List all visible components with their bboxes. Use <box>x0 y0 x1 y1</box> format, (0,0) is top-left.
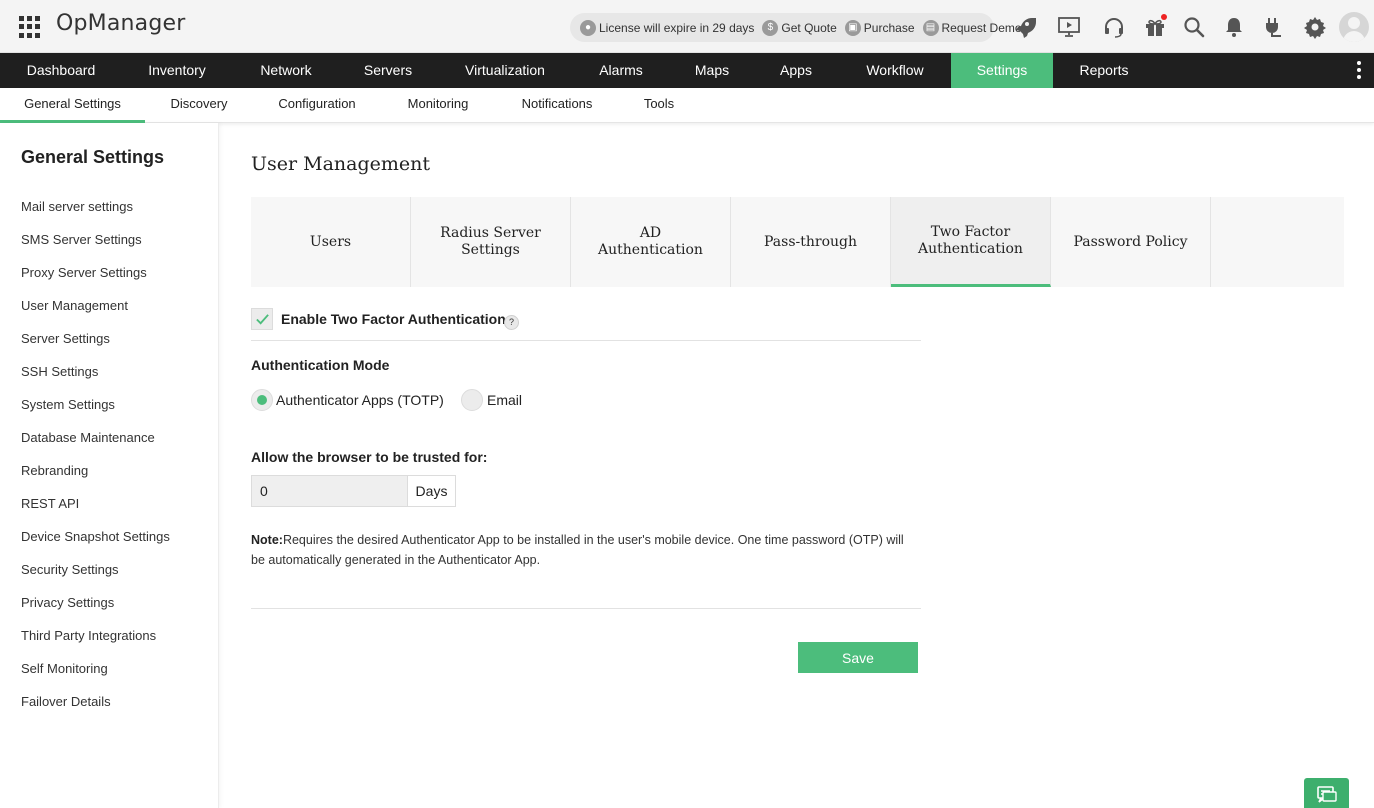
nav-apps[interactable]: Apps <box>766 53 826 88</box>
sidebar-item-privacy-settings[interactable]: Privacy Settings <box>21 595 114 610</box>
tab-password-policy[interactable]: Password Policy <box>1051 197 1211 287</box>
page-title: User Management <box>251 153 431 175</box>
sub-nav: General Settings Discovery Configuration… <box>0 88 1374 123</box>
radio-authenticator-apps[interactable] <box>251 389 273 411</box>
note-text: Note:Requires the desired Authenticator … <box>251 530 931 570</box>
bell-icon[interactable] <box>1220 13 1248 41</box>
sidebar-title: General Settings <box>21 147 165 167</box>
sidebar-item-device-snapshot[interactable]: Device Snapshot Settings <box>21 529 170 544</box>
apps-grid-icon[interactable] <box>19 16 41 38</box>
tab-two-factor-authentication[interactable]: Two Factor Authentication <box>891 197 1051 287</box>
sidebar-item-failover-details[interactable]: Failover Details <box>21 694 111 709</box>
nav-settings[interactable]: Settings <box>951 53 1053 88</box>
trust-days-input[interactable] <box>251 475 408 507</box>
license-icon: ● <box>580 19 596 36</box>
tab-ad-authentication[interactable]: AD Authentication <box>571 197 731 287</box>
settings-sidebar: General Settings Mail server settings SM… <box>0 123 219 808</box>
more-menu-icon[interactable] <box>1353 61 1365 81</box>
subnav-discovery[interactable]: Discovery <box>158 88 240 123</box>
note-line-2: be automatically generated in the Authen… <box>251 553 541 567</box>
radio-email-label[interactable]: Email <box>487 392 522 408</box>
tab-radius-label: Radius Server Settings <box>440 225 541 258</box>
subnav-monitoring[interactable]: Monitoring <box>396 88 480 123</box>
demo-icon: ▤ <box>922 19 939 36</box>
sidebar-item-system-settings[interactable]: System Settings <box>21 397 115 412</box>
sidebar-item-server-settings[interactable]: Server Settings <box>21 331 110 346</box>
form-divider <box>251 608 921 609</box>
radio-authenticator-apps-label[interactable]: Authenticator Apps (TOTP) <box>276 392 444 408</box>
trust-browser-label: Allow the browser to be trusted for: <box>251 449 488 465</box>
license-text: License will expire in 29 days <box>599 20 755 35</box>
enable-2fa-checkbox[interactable] <box>251 308 273 330</box>
nav-alarms[interactable]: Alarms <box>586 53 656 88</box>
nav-virtualization[interactable]: Virtualization <box>446 53 564 88</box>
tab-pass-through[interactable]: Pass-through <box>731 197 891 287</box>
days-unit-label: Days <box>407 475 456 507</box>
cart-icon: ▣ <box>844 19 861 36</box>
presentation-icon[interactable] <box>1055 13 1083 41</box>
purchase-label: Purchase <box>863 20 915 35</box>
dollar-icon: $ <box>762 19 779 36</box>
help-icon[interactable]: ? <box>504 315 519 330</box>
sidebar-item-rebranding[interactable]: Rebranding <box>21 463 88 478</box>
sidebar-item-rest-api[interactable]: REST API <box>21 496 79 511</box>
nav-reports[interactable]: Reports <box>1068 53 1140 88</box>
save-button[interactable]: Save <box>798 642 918 673</box>
sidebar-item-sms-server[interactable]: SMS Server Settings <box>21 232 142 247</box>
nav-maps[interactable]: Maps <box>680 53 744 88</box>
note-line-1: Requires the desired Authenticator App t… <box>282 533 904 547</box>
user-management-tabs: Users Radius Server Settings AD Authentica… <box>251 197 1344 287</box>
subnav-tools[interactable]: Tools <box>634 88 684 123</box>
purchase-link[interactable]: ▣ Purchase <box>844 19 915 36</box>
note-prefix: Note: <box>251 533 283 547</box>
plug-icon[interactable] <box>1259 13 1287 41</box>
get-quote-link[interactable]: $ Get Quote <box>762 19 837 36</box>
subnav-notifications[interactable]: Notifications <box>510 88 604 123</box>
sidebar-item-third-party-integrations[interactable]: Third Party Integrations <box>21 628 156 643</box>
sidebar-item-mail-server[interactable]: Mail server settings <box>21 199 133 214</box>
notification-dot <box>1161 14 1167 20</box>
gift-icon[interactable] <box>1141 13 1169 41</box>
enable-2fa-row: Enable Two Factor Authentication ? <box>251 308 921 341</box>
app-title: OpManager <box>56 11 186 36</box>
nav-workflow[interactable]: Workflow <box>850 53 940 88</box>
sidebar-item-user-management[interactable]: User Management <box>21 298 128 313</box>
subnav-general-settings[interactable]: General Settings <box>0 88 145 123</box>
user-avatar-icon[interactable] <box>1339 12 1369 42</box>
sidebar-item-proxy-server[interactable]: Proxy Server Settings <box>21 265 147 280</box>
sidebar-item-database-maintenance[interactable]: Database Maintenance <box>21 430 155 445</box>
enable-2fa-label: Enable Two Factor Authentication <box>281 311 506 327</box>
main-nav: Dashboard Inventory Network Servers Virt… <box>0 53 1374 88</box>
rocket-icon[interactable] <box>1010 13 1038 41</box>
tab-twofa-label: Two Factor Authentication <box>918 223 1023 257</box>
subnav-configuration[interactable]: Configuration <box>268 88 366 123</box>
tab-passthrough-label: Pass-through <box>764 233 857 250</box>
check-icon <box>256 314 269 325</box>
tab-ad-label: AD Authentication <box>598 225 703 258</box>
tab-users[interactable]: Users <box>251 197 411 287</box>
search-icon[interactable] <box>1180 13 1208 41</box>
radio-email[interactable] <box>461 389 483 411</box>
tab-users-label: Users <box>309 233 352 250</box>
sidebar-item-ssh-settings[interactable]: SSH Settings <box>21 364 98 379</box>
nav-inventory[interactable]: Inventory <box>131 53 223 88</box>
get-quote-label: Get Quote <box>781 20 837 35</box>
request-demo-link[interactable]: ▤ Request Demo <box>922 19 1022 36</box>
gear-icon[interactable] <box>1301 13 1329 41</box>
authentication-mode-label: Authentication Mode <box>251 357 390 373</box>
tab-password-policy-label: Password Policy <box>1073 233 1188 250</box>
sidebar-item-security-settings[interactable]: Security Settings <box>21 562 119 577</box>
top-bar: OpManager ● License will expire in 29 da… <box>0 0 1374 53</box>
sidebar-item-self-monitoring[interactable]: Self Monitoring <box>21 661 108 676</box>
nav-dashboard[interactable]: Dashboard <box>12 53 110 88</box>
license-status[interactable]: ● License will expire in 29 days <box>580 19 755 36</box>
nav-network[interactable]: Network <box>244 53 328 88</box>
tab-radius-server-settings[interactable]: Radius Server Settings <box>411 197 571 287</box>
headset-icon[interactable] <box>1100 13 1128 41</box>
chat-icon[interactable] <box>1304 778 1349 808</box>
nav-servers[interactable]: Servers <box>350 53 426 88</box>
license-bar: ● License will expire in 29 days $ Get Q… <box>570 13 1022 42</box>
